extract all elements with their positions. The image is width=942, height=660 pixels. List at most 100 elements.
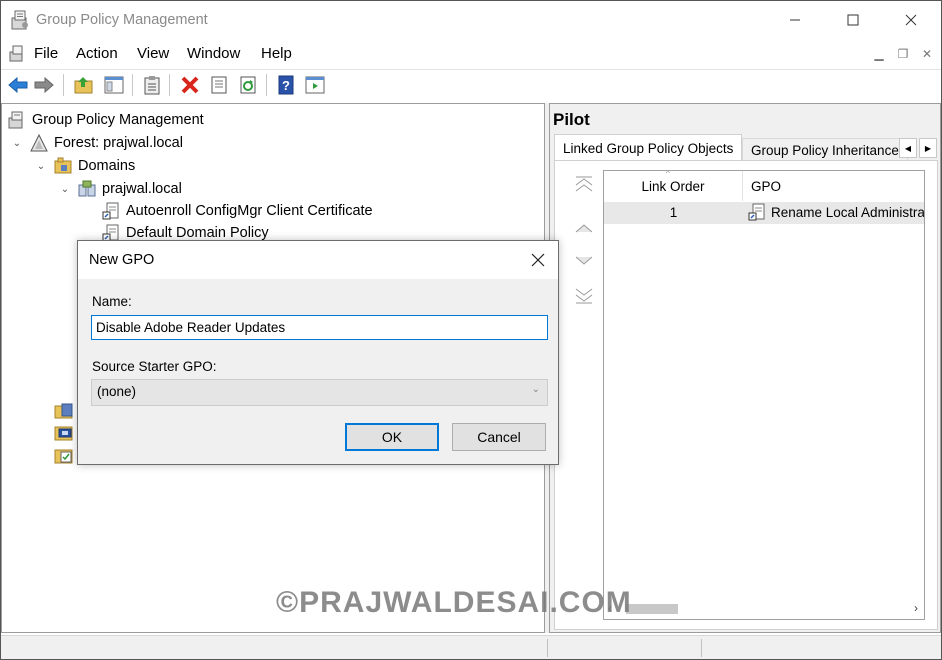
tree-item-forest[interactable]: ⌄ Forest: prajwal.local — [10, 132, 183, 154]
help-button[interactable]: ? — [274, 73, 298, 97]
tree-item-gpo-link[interactable]: Autoenroll ConfigMgr Client Certificate — [102, 200, 373, 222]
move-up-button[interactable] — [573, 217, 595, 239]
dialog-title: New GPO — [89, 252, 155, 268]
minimize-icon — [790, 19, 800, 21]
forward-button[interactable] — [32, 73, 56, 97]
linked-gpos-table: ^ Link Order GPO 1 Rename Local Administ… — [603, 170, 925, 620]
move-top-icon — [575, 176, 593, 192]
group-policy-objects-folder-icon[interactable] — [54, 402, 74, 420]
tree-label: Autoenroll ConfigMgr Client Certificate — [126, 203, 373, 219]
mdi-restore-button[interactable]: ❐ — [891, 43, 915, 65]
chevron-down-icon[interactable]: ⌄ — [58, 184, 72, 195]
tree-label: Group Policy Management — [32, 112, 204, 128]
minimize-button[interactable] — [766, 1, 824, 39]
console-tree-icon — [104, 76, 124, 94]
tree-label: Domains — [78, 158, 136, 174]
gpo-link-icon — [748, 203, 765, 221]
toolbar-separator — [169, 74, 170, 96]
show-action-pane-button[interactable] — [303, 73, 327, 97]
watermark: ©PRAJWALDESAI.COM — [276, 586, 632, 619]
details-tabs: Linked Group Policy Objects Group Policy… — [554, 134, 938, 161]
cell-gpo: Rename Local Administra — [748, 203, 925, 221]
menu-view[interactable]: View — [137, 45, 169, 62]
source-starter-gpo-label: Source Starter GPO: — [92, 359, 217, 374]
ok-button[interactable]: OK — [345, 423, 439, 451]
tree-item-domain[interactable]: ⌄ prajwal.local — [58, 178, 182, 200]
select-value: (none) — [97, 384, 137, 399]
scrollbar-thumb[interactable] — [626, 604, 678, 614]
gp-results-icon[interactable] — [54, 447, 74, 465]
window-title: Group Policy Management — [36, 12, 208, 28]
svg-text:?: ? — [282, 78, 290, 93]
back-arrow-icon — [8, 77, 28, 93]
tab-linked-gpos[interactable]: Linked Group Policy Objects — [554, 134, 743, 161]
tree-label: Forest: prajwal.local — [54, 135, 183, 151]
mdi-close-button[interactable]: ✕ — [915, 43, 939, 65]
sort-ascending-icon: ^ — [666, 170, 670, 178]
move-up-icon — [575, 224, 593, 233]
maximize-button[interactable] — [824, 1, 882, 39]
move-to-bottom-button[interactable] — [573, 285, 595, 307]
status-divider — [547, 639, 548, 657]
tab-gp-inheritance[interactable]: Group Policy Inheritance — [742, 138, 908, 161]
cell-link-order: 1 — [669, 205, 678, 220]
dialog-close-button[interactable] — [518, 241, 558, 279]
help-book-icon: ? — [278, 75, 294, 95]
refresh-button[interactable] — [236, 73, 260, 97]
tree-item-domains[interactable]: ⌄ Domains — [34, 155, 135, 177]
menu-bar: File Action View Window Help — [1, 41, 941, 67]
show-hide-console-tree-button[interactable] — [102, 73, 126, 97]
menu-action[interactable]: Action — [76, 45, 118, 62]
up-level-button[interactable] — [72, 73, 96, 97]
scroll-right-icon[interactable]: › — [914, 601, 918, 615]
title-bar: Group Policy Management — [1, 1, 941, 39]
properties-button[interactable] — [140, 73, 164, 97]
gp-modeling-icon[interactable] — [54, 424, 74, 442]
move-bottom-icon — [575, 288, 593, 304]
tree-label: Default Domain Policy — [126, 225, 269, 241]
menu-window[interactable]: Window — [187, 45, 240, 62]
forward-arrow-icon — [34, 77, 54, 93]
menu-file[interactable]: File — [34, 45, 58, 62]
domain-icon — [78, 180, 96, 197]
gpo-name: Rename Local Administra — [771, 204, 925, 220]
tab-scroll-left-button[interactable]: ◀ — [899, 138, 917, 158]
move-down-icon — [575, 256, 593, 265]
status-bar — [1, 635, 941, 659]
column-header-link-order[interactable]: ^ Link Order — [604, 171, 743, 201]
mdi-minimize-button[interactable]: ▁ — [867, 43, 891, 65]
column-header-label: Link Order — [641, 178, 705, 194]
document-list-icon — [211, 76, 227, 94]
export-list-button[interactable] — [207, 73, 231, 97]
column-header-label: GPO — [751, 178, 782, 194]
delete-button[interactable] — [178, 73, 202, 97]
chevron-down-icon: ⌄ — [531, 384, 540, 395]
tree-label: prajwal.local — [102, 181, 182, 197]
details-pane: Pilot Linked Group Policy Objects Group … — [549, 103, 941, 633]
maximize-icon — [847, 14, 859, 26]
status-divider — [701, 639, 702, 657]
close-button[interactable] — [882, 1, 940, 39]
source-starter-gpo-select[interactable]: (none) ⌄ — [91, 379, 548, 406]
close-icon — [531, 253, 545, 267]
tree-item-root[interactable]: Group Policy Management — [8, 109, 204, 131]
move-down-button[interactable] — [573, 250, 595, 272]
gpo-name-input[interactable] — [91, 315, 548, 340]
linked-gpos-panel: ^ Link Order GPO 1 Rename Local Administ… — [554, 160, 938, 630]
mmc-document-icon[interactable] — [9, 45, 25, 62]
gpmc-icon — [8, 111, 23, 129]
mdi-controls: ▁ ❐ ✕ — [867, 43, 941, 67]
column-header-gpo[interactable]: GPO — [743, 171, 924, 201]
move-to-top-button[interactable] — [573, 173, 595, 195]
menu-help[interactable]: Help — [261, 45, 292, 62]
tab-scroll-right-button[interactable]: ▶ — [919, 138, 937, 158]
table-row[interactable]: 1 Rename Local Administra — [604, 202, 925, 224]
horizontal-scrollbar[interactable]: ‹ › — [604, 599, 924, 619]
chevron-down-icon[interactable]: ⌄ — [34, 161, 48, 172]
close-icon — [905, 14, 917, 26]
back-button[interactable] — [6, 73, 30, 97]
chevron-down-icon[interactable]: ⌄ — [10, 138, 24, 149]
cancel-button[interactable]: Cancel — [452, 423, 546, 451]
gpo-link-icon — [102, 202, 119, 220]
folder-up-icon — [74, 77, 93, 94]
